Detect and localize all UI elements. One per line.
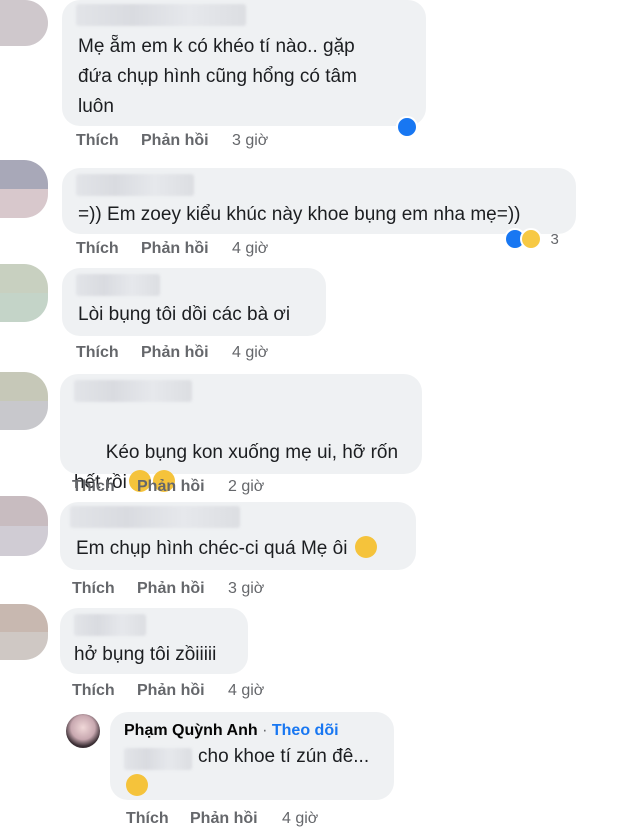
like-button[interactable]: Thích xyxy=(72,580,115,598)
commenter-name-blurred xyxy=(76,4,246,26)
comment-time[interactable]: 4 giờ xyxy=(228,682,264,700)
comment-time[interactable]: 4 giờ xyxy=(282,810,318,828)
like-button[interactable]: Thích xyxy=(72,478,115,496)
commenter-name-blurred xyxy=(74,380,192,402)
comment-bubble: Mẹ ẵm em k có khéo tí nào.. gặp đứa chụp… xyxy=(62,0,426,126)
avatar[interactable] xyxy=(0,372,48,430)
comment-text-body: Em chụp hình chéc-ci quá Mẹ ôi xyxy=(76,538,348,559)
commenter-name-blurred xyxy=(74,614,146,636)
like-button[interactable]: Thích xyxy=(76,132,119,150)
like-button[interactable]: Thích xyxy=(76,240,119,258)
comment-time[interactable]: 4 giờ xyxy=(232,344,268,362)
mentioned-name-blurred xyxy=(124,748,192,770)
comment-bubble: Em chụp hình chéc-ci quá Mẹ ôi xyxy=(60,502,416,570)
comment-time[interactable]: 2 giờ xyxy=(228,478,264,496)
commenter-name-blurred xyxy=(76,174,194,196)
avatar[interactable] xyxy=(0,160,48,218)
reactions-summary[interactable]: 3 xyxy=(504,228,559,250)
reply-button[interactable]: Phản hồi xyxy=(137,682,205,700)
reply-button[interactable]: Phản hồi xyxy=(141,344,209,362)
reply-button[interactable]: Phản hồi xyxy=(190,810,258,828)
reaction-count: 3 xyxy=(550,230,559,248)
like-button[interactable]: Thích xyxy=(126,810,169,828)
reply-header: Phạm Quỳnh Anh · Theo dõi xyxy=(124,722,339,740)
reply-text: cho khoe tí zún đê... xyxy=(198,746,370,767)
commenter-name-blurred xyxy=(76,274,160,296)
avatar[interactable] xyxy=(0,604,48,660)
like-button[interactable]: Thích xyxy=(76,344,119,362)
comment-bubble: =)) Em zoey kiểu khúc này khoe bụng em n… xyxy=(62,168,576,234)
smiling-hearts-emoji xyxy=(355,536,378,558)
comment-text: =)) Em zoey kiểu khúc này khoe bụng em n… xyxy=(78,204,521,225)
comment-bubble: Kéo bụng kon xuống mẹ ui, hỡ rốn hết rồi xyxy=(60,374,422,493)
avatar[interactable] xyxy=(0,0,48,46)
follow-link[interactable]: Theo dõi xyxy=(272,722,339,739)
reply-avatar[interactable] xyxy=(66,714,100,748)
reply-bubble: Phạm Quỳnh Anh · Theo dõi cho khoe tí zú… xyxy=(110,712,394,800)
avatar[interactable] xyxy=(0,264,48,322)
reply-button[interactable]: Phản hồi xyxy=(137,580,205,598)
reply-author[interactable]: Phạm Quỳnh Anh xyxy=(124,722,258,739)
comment-text: Mẹ ẵm em k có khéo tí nào.. gặp đứa chụp… xyxy=(78,36,357,117)
reply-button[interactable]: Phản hồi xyxy=(137,478,205,496)
reply-button[interactable]: Phản hồi xyxy=(141,132,209,150)
commenter-name-blurred xyxy=(70,506,240,528)
comment-bubble: Lòi bụng tôi dồi các bà ơi xyxy=(62,268,326,336)
hushed-emoji xyxy=(126,774,148,796)
comment-text: Lòi bụng tôi dồi các bà ơi xyxy=(78,304,291,325)
comment-bubble: hở bụng tôi zồiiiii xyxy=(60,608,248,674)
comment-time[interactable]: 3 giờ xyxy=(228,580,264,598)
reply-button[interactable]: Phản hồi xyxy=(141,240,209,258)
avatar[interactable] xyxy=(0,496,48,556)
comment-text: Em chụp hình chéc-ci quá Mẹ ôi xyxy=(76,534,378,564)
comment-time[interactable]: 3 giờ xyxy=(232,132,268,150)
haha-icon xyxy=(520,228,542,250)
like-button[interactable]: Thích xyxy=(72,682,115,700)
like-icon[interactable] xyxy=(396,116,418,138)
comment-text: hở bụng tôi zồiiiii xyxy=(74,644,217,665)
comment-time[interactable]: 4 giờ xyxy=(232,240,268,258)
separator-dot: · xyxy=(262,722,268,739)
